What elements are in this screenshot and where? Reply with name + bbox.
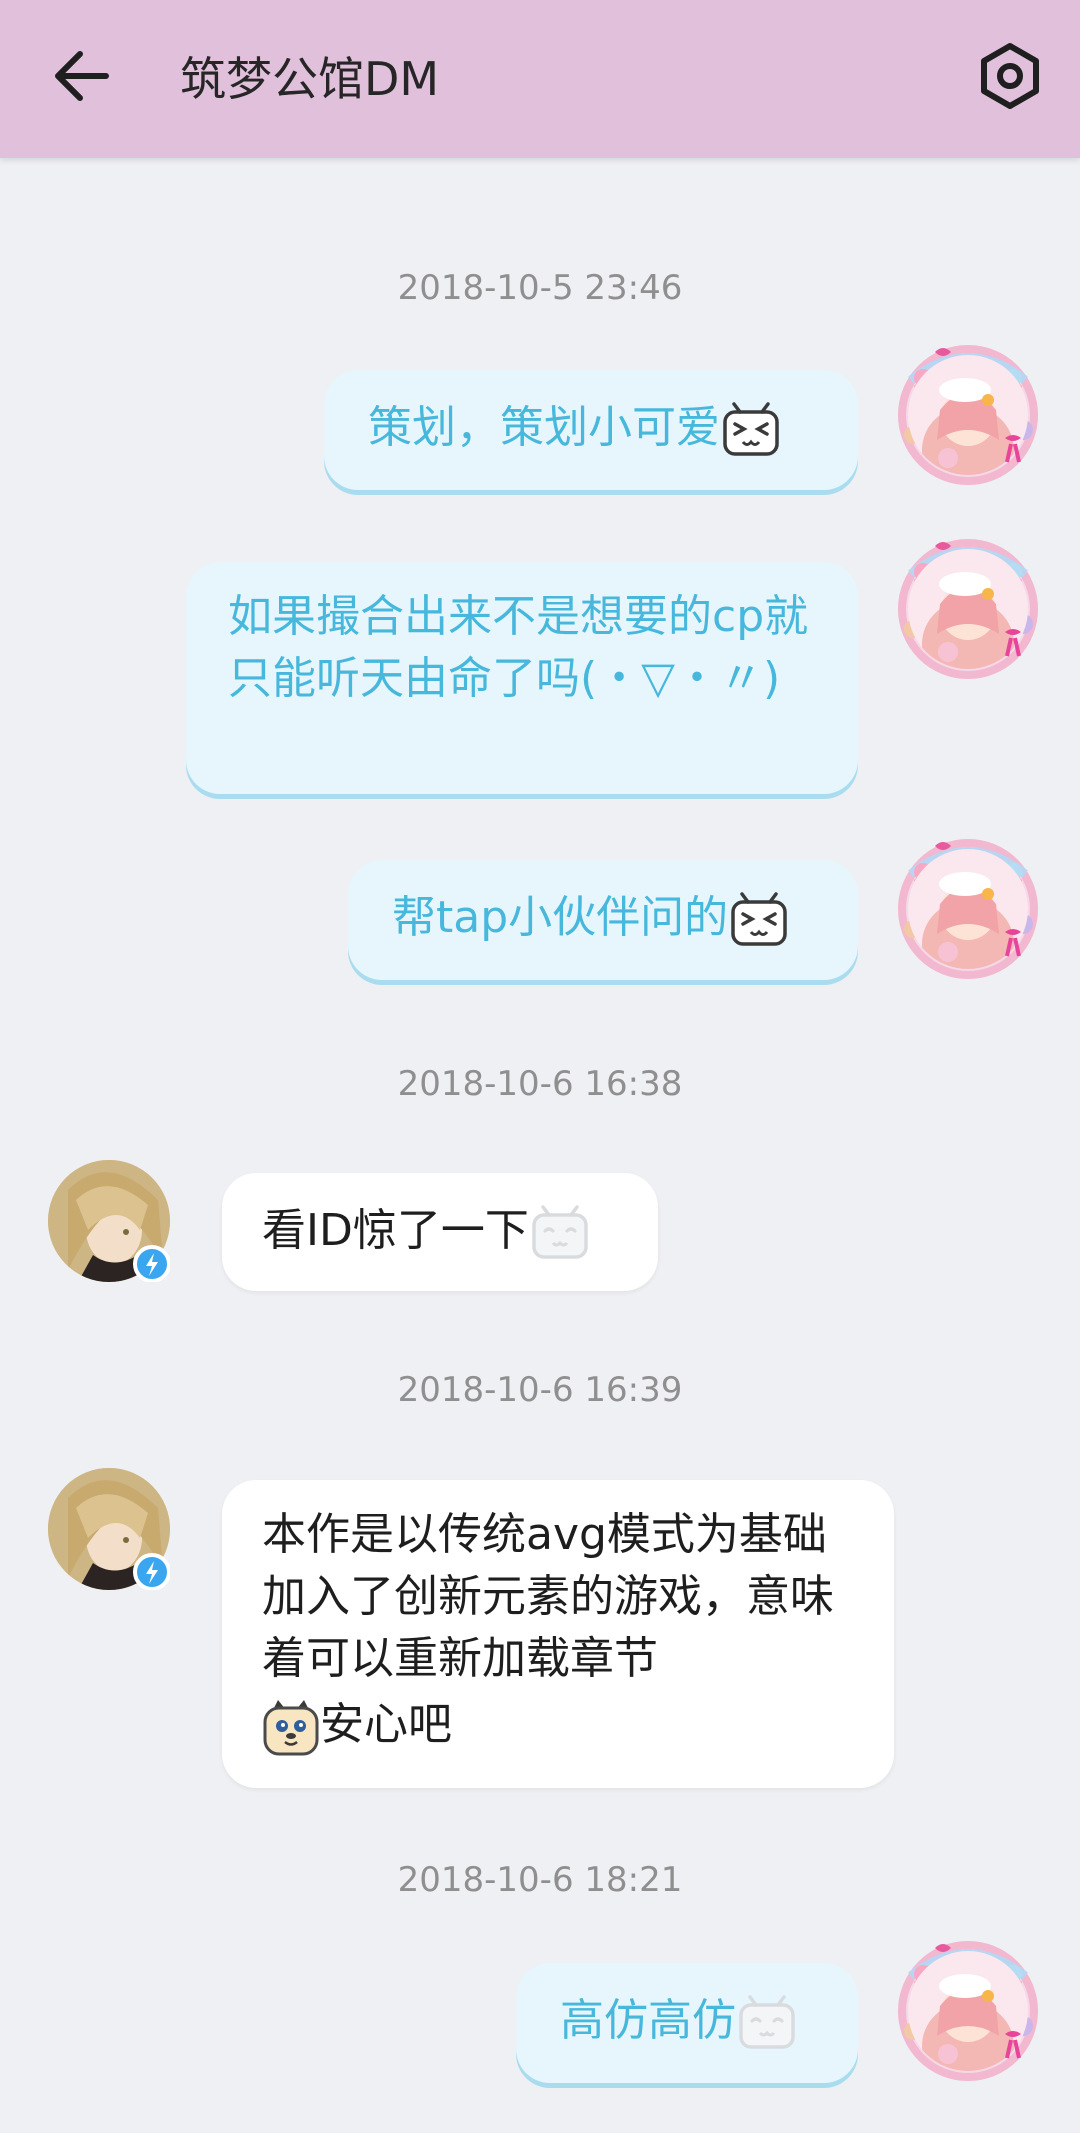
message-timestamp: 2018-10-6 18:21 bbox=[397, 1860, 683, 1900]
my-avatar[interactable] bbox=[893, 1936, 1043, 2086]
message-timestamp: 2018-10-5 23:46 bbox=[397, 268, 683, 308]
message-text-suffix: 安心吧 bbox=[320, 1699, 452, 1750]
my-message-bubble[interactable]: 帮tap小伙伴问的 bbox=[348, 860, 858, 980]
message-text: 帮tap小伙伴问的 bbox=[392, 892, 729, 943]
message-text-line: 安心吧 bbox=[262, 1694, 854, 1756]
contact-message-bubble[interactable]: 本作是以传统avg模式为基础加入了创新元素的游戏，意味着可以重新加载章节 安心吧 bbox=[222, 1480, 894, 1788]
contact-message-bubble[interactable]: 看ID惊了一下 bbox=[222, 1173, 658, 1291]
settings-gear-icon[interactable] bbox=[970, 36, 1050, 116]
message-text: 本作是以传统avg模式为基础加入了创新元素的游戏，意味着可以重新加载章节 bbox=[262, 1509, 834, 1684]
tv-laugh-emoji-icon bbox=[722, 402, 780, 458]
tv-laugh-emoji-icon bbox=[730, 892, 788, 948]
my-message-bubble[interactable]: 高仿高仿 bbox=[516, 1963, 858, 2083]
contact-avatar[interactable] bbox=[48, 1468, 170, 1590]
message-text: 策划，策划小可爱 bbox=[368, 402, 720, 453]
my-message-bubble[interactable]: 策划，策划小可爱 bbox=[324, 370, 858, 490]
tv-smile-emoji-icon bbox=[738, 1995, 796, 2051]
my-message-bubble[interactable]: 如果撮合出来不是想要的cp就只能听天由命了吗(・▽・〃) bbox=[186, 562, 858, 794]
my-avatar[interactable] bbox=[893, 534, 1043, 684]
my-avatar[interactable] bbox=[893, 340, 1043, 490]
message-text: 高仿高仿 bbox=[560, 1995, 736, 2046]
my-avatar[interactable] bbox=[893, 834, 1043, 984]
message-timestamp: 2018-10-6 16:38 bbox=[397, 1064, 683, 1104]
chat-title: 筑梦公馆DM bbox=[180, 52, 440, 106]
message-text: 看ID惊了一下 bbox=[262, 1205, 529, 1256]
message-text: 如果撮合出来不是想要的cp就只能听天由命了吗(・▽・〃) bbox=[228, 591, 809, 704]
top-bar: 筑梦公馆DM bbox=[0, 0, 1080, 158]
contact-avatar[interactable] bbox=[48, 1160, 170, 1282]
dog-emoji-icon bbox=[262, 1698, 320, 1756]
message-timestamp: 2018-10-6 16:39 bbox=[397, 1370, 683, 1410]
tv-smile-emoji-icon bbox=[531, 1205, 589, 1261]
back-arrow-icon[interactable] bbox=[44, 38, 124, 118]
